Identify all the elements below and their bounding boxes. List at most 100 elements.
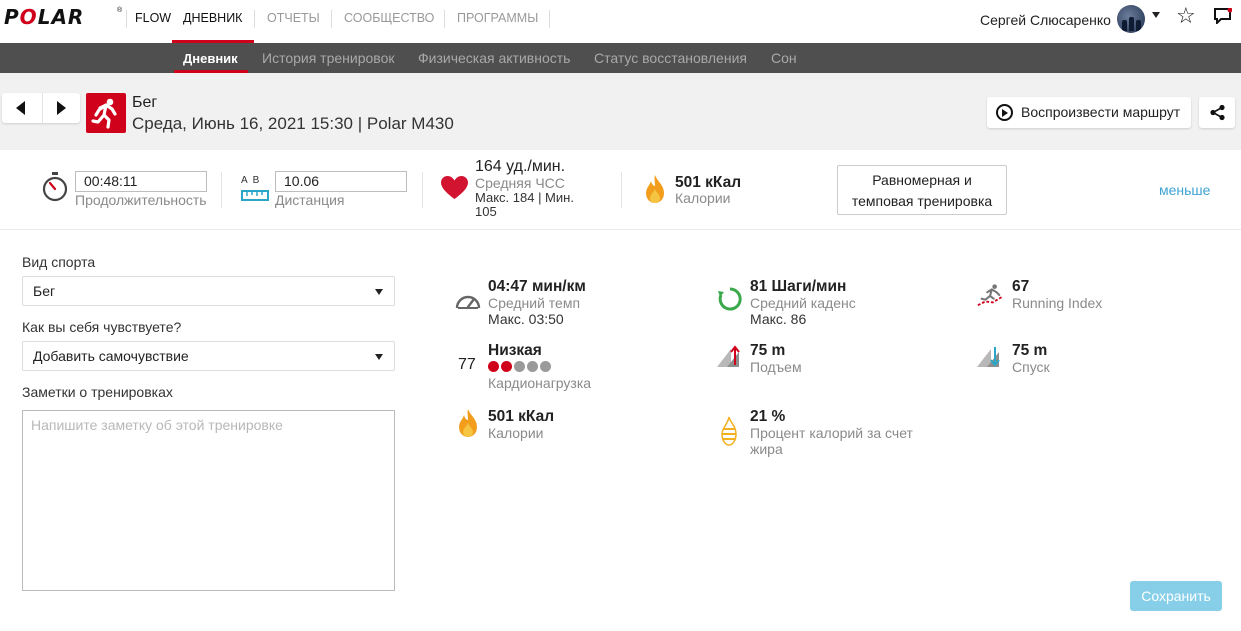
feeling-select[interactable]: Добавить самочувствие xyxy=(22,341,395,371)
training-type-line1: Равномерная и xyxy=(872,172,972,188)
user-menu-caret-icon[interactable] xyxy=(1152,12,1160,18)
polar-logo-text: POLAR xyxy=(4,5,85,29)
top-navigation: POLAR ® FLOW ДНЕВНИК ОТЧЕТЫ СООБЩЕСТВО П… xyxy=(0,0,1241,43)
show-less-link[interactable]: меньше xyxy=(1159,182,1210,198)
distance-ab-label: A B xyxy=(241,175,260,186)
descent-label: Спуск xyxy=(1012,359,1050,375)
pace-value: 04:47 мин/км xyxy=(488,278,586,295)
user-name[interactable]: Сергей Слюсаренко xyxy=(980,12,1111,28)
summary-divider xyxy=(422,172,423,208)
nav-divider xyxy=(254,10,255,28)
duration-input[interactable]: 00:48:11 xyxy=(75,171,207,192)
subtab-diary[interactable]: Дневник xyxy=(183,51,238,66)
replay-route-button[interactable]: Воспроизвести маршрут xyxy=(987,97,1191,128)
heart-icon xyxy=(441,176,468,199)
heart-rate-range: Макс. 184 | Мин. xyxy=(475,190,574,205)
running-index-value: 67 xyxy=(1012,278,1030,295)
nav-tab-community[interactable]: СООБЩЕСТВО xyxy=(344,11,434,25)
cadence-icon xyxy=(718,287,742,311)
heart-rate-min: 105 xyxy=(475,204,497,219)
running-index-label: Running Index xyxy=(1012,295,1103,311)
message-icon[interactable] xyxy=(1213,8,1232,24)
speedometer-icon xyxy=(455,295,481,309)
feeling-select-value: Добавить самочувствие xyxy=(33,348,189,364)
cadence-max: Макс. 86 xyxy=(750,311,807,327)
replay-route-label: Воспроизвести маршрут xyxy=(1021,104,1181,120)
fat-calories-label: Процент калорий за счет xyxy=(750,425,913,441)
ascent-icon xyxy=(717,345,740,367)
heart-rate-label: Средняя ЧСС xyxy=(475,175,565,191)
training-type-button[interactable]: Равномерная и темповая тренировка xyxy=(837,165,1007,215)
save-button[interactable]: Сохранить xyxy=(1130,581,1222,611)
nav-divider xyxy=(126,10,127,28)
subtab-sleep[interactable]: Сон xyxy=(771,50,797,66)
cardio-load-value: Низкая xyxy=(488,342,542,359)
flame-icon xyxy=(459,409,477,437)
cardio-load-dot xyxy=(488,361,499,372)
next-arrow-icon[interactable] xyxy=(57,101,66,115)
polar-logo[interactable]: POLAR xyxy=(4,5,84,29)
sub-navigation: Дневник История тренировок Физическая ак… xyxy=(0,43,1241,73)
summary-calories-label: Калории xyxy=(675,190,731,206)
share-button[interactable] xyxy=(1199,97,1235,128)
cardio-load-dot xyxy=(501,361,512,372)
heart-rate-value: 164 уд./мин. xyxy=(475,158,566,175)
notes-label: Заметки о тренировках xyxy=(22,384,173,400)
summary-divider xyxy=(621,172,622,208)
calories-value: 501 кКал xyxy=(488,408,555,425)
cardio-load-label: Кардионагрузка xyxy=(488,375,592,391)
cadence-label: Средний каденс xyxy=(750,295,856,311)
pace-label: Средний темп xyxy=(488,295,581,311)
cardio-load-dot xyxy=(540,361,551,372)
sport-select[interactable]: Бег xyxy=(22,276,395,306)
training-type-line2: темповая тренировка xyxy=(851,193,993,209)
session-sport-title: Бег xyxy=(132,94,158,111)
sport-select-value: Бег xyxy=(33,283,56,299)
nav-divider xyxy=(444,10,445,28)
ascent-label: Подъем xyxy=(750,359,802,375)
nav-tab-programs[interactable]: ПРОГРАММЫ xyxy=(457,11,538,25)
nav-tab-reports[interactable]: ОТЧЕТЫ xyxy=(267,11,320,25)
summary-divider xyxy=(221,172,222,208)
fat-calories-label-cont: жира xyxy=(750,441,783,457)
nav-divider xyxy=(331,10,332,28)
star-icon[interactable]: ☆ xyxy=(1176,5,1196,27)
cardio-load-number: 77 xyxy=(458,356,476,373)
ruler-icon xyxy=(241,190,269,201)
feeling-label: Как вы себя чувствуете? xyxy=(22,319,182,335)
stopwatch-icon xyxy=(42,172,68,202)
cardio-load-dot xyxy=(514,361,525,372)
notes-textarea[interactable] xyxy=(22,410,395,591)
running-index-icon xyxy=(977,284,1003,307)
descent-icon xyxy=(977,347,1000,367)
share-icon xyxy=(1210,104,1225,121)
play-icon xyxy=(996,104,1013,121)
subtab-recovery[interactable]: Статус восстановления xyxy=(594,50,747,66)
subtab-activity[interactable]: Физическая активность xyxy=(418,50,570,66)
session-summary: 00:48:11 Продолжительность A B 10.06 Дис… xyxy=(0,150,1241,230)
session-details: Среда, Июнь 16, 2021 15:30 | Polar M430 xyxy=(132,114,454,133)
fat-burn-icon xyxy=(721,416,737,446)
duration-label: Продолжительность xyxy=(75,192,207,208)
subtab-training-history[interactable]: История тренировок xyxy=(262,50,394,66)
ascent-value: 75 m xyxy=(750,342,786,359)
chevron-down-icon xyxy=(375,354,383,360)
nav-tab-diary[interactable]: ДНЕВНИК xyxy=(183,11,242,25)
session-pager xyxy=(2,93,80,123)
running-icon xyxy=(86,93,126,133)
pace-max: Макс. 03:50 xyxy=(488,311,564,327)
pager-divider xyxy=(42,93,43,123)
cardio-load-dot xyxy=(527,361,538,372)
flame-icon xyxy=(646,175,664,203)
previous-arrow-icon[interactable] xyxy=(16,101,25,115)
distance-input[interactable]: 10.06 xyxy=(275,171,407,192)
registered-mark: ® xyxy=(117,7,123,14)
distance-label: Дистанция xyxy=(275,192,345,208)
fat-calories-value: 21 % xyxy=(750,408,786,425)
session-header: Бег Среда, Июнь 16, 2021 15:30 | Polar M… xyxy=(0,73,1241,150)
avatar[interactable] xyxy=(1117,5,1145,33)
nav-flow[interactable]: FLOW xyxy=(135,11,171,25)
sport-label: Вид спорта xyxy=(22,254,96,270)
calories-label: Калории xyxy=(488,425,544,441)
chevron-down-icon xyxy=(375,289,383,295)
